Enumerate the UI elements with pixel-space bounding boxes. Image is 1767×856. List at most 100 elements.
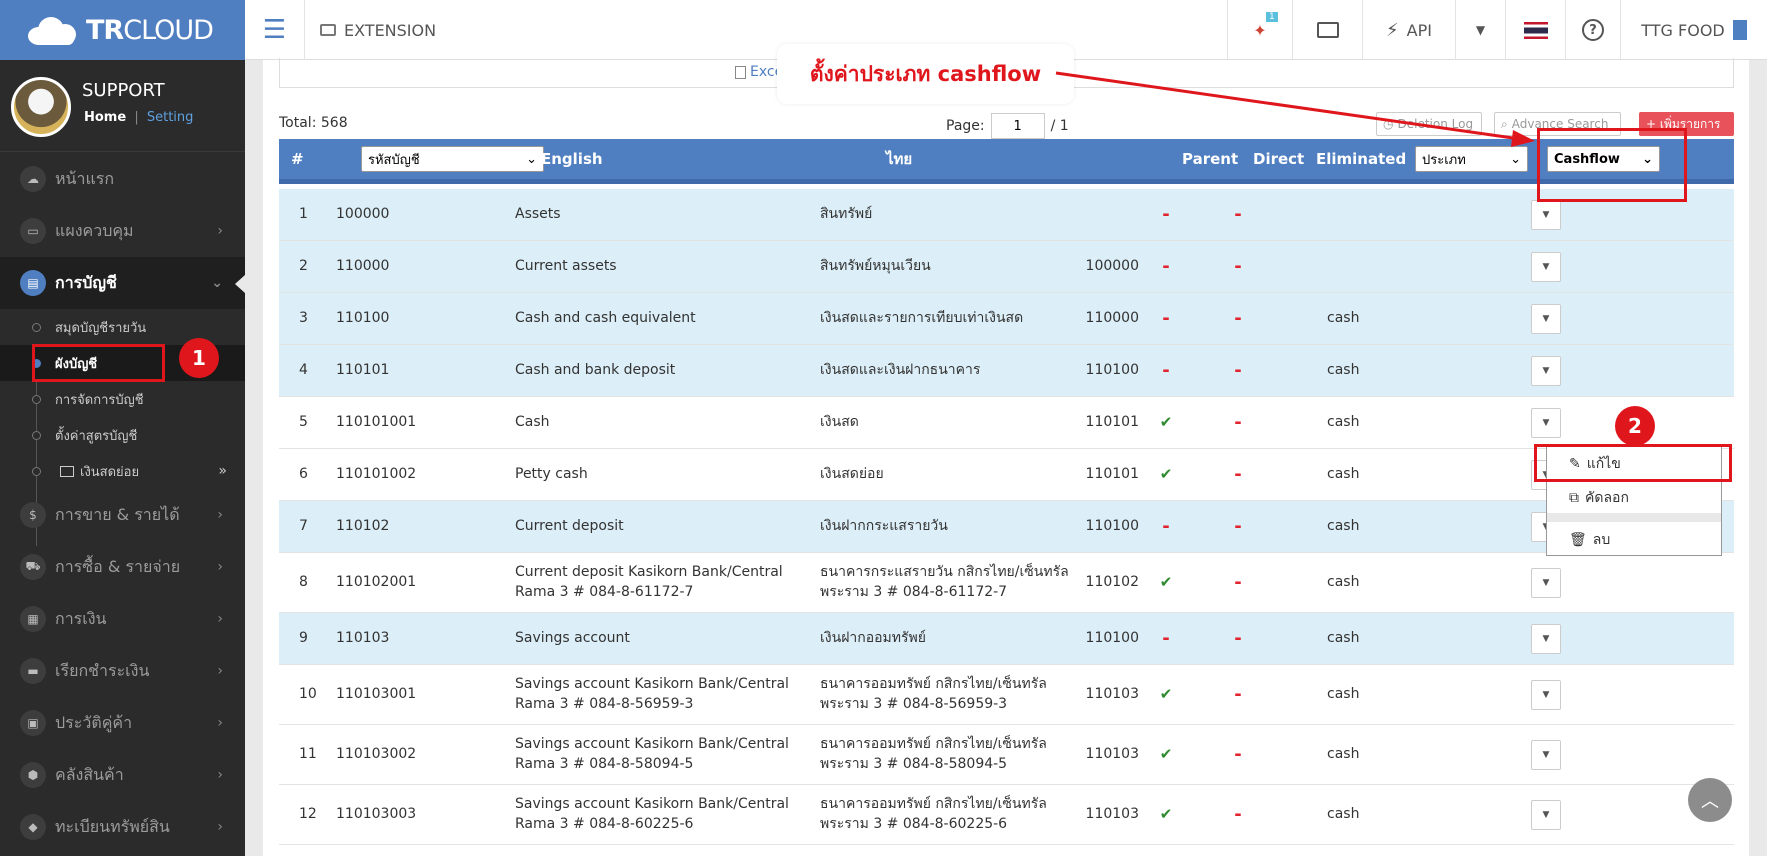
mail-button[interactable] [1292,0,1362,60]
language-flag[interactable] [1505,0,1565,60]
sidebar-item-partners[interactable]: ▣ ประวัติคู่ค้า › [0,697,245,749]
avatar[interactable] [11,77,71,137]
sidebar-item-finance[interactable]: ▦ การเงิน › [0,593,245,645]
table-row[interactable]: 9 110103 Savings account เงินฝากออมทรัพย์ 11… [279,613,1734,665]
table-row[interactable]: 8 110102001 Current deposit Kasikorn Bank/… [279,553,1734,613]
check-icon: ✔ [1159,573,1173,591]
menu-item-delete[interactable]: 🗑 ลบ [1569,529,1610,551]
table-row[interactable]: 2 110000 Current assets สินทรัพย์หมุนเวียน 1… [279,241,1734,293]
cell-thai: เงินสดย่อย [820,465,884,482]
sidebar-item-accounting[interactable]: ▤ การบัญชี ⌄ [0,257,245,309]
table-row[interactable]: 11 110103002 Savings account Kasikorn Bank… [279,725,1734,785]
cell-thai: ธนาคารออมทรัพย์ กสิกรไทย/เซ็นทรัลพระราม … [820,675,1047,712]
cell-number: 6 [299,465,308,482]
table-row[interactable]: 5 110101001 Cash เงินสด 110101 ✔ - cash ▼ [279,397,1734,449]
home-link[interactable]: Home [84,110,126,125]
building-icon [1732,20,1747,40]
row-action-dropdown[interactable]: ▼ [1531,304,1561,334]
deletion-log-button[interactable]: ◷ Deletion Log [1376,112,1482,136]
row-action-dropdown[interactable]: ▼ [1531,568,1561,598]
row-action-dropdown[interactable]: ▼ [1531,252,1561,282]
chevron-right-icon: › [217,611,223,627]
row-action-dropdown[interactable]: ▼ [1531,624,1561,654]
api-button[interactable]: ⚡ API [1362,0,1455,60]
hamburger-menu-icon[interactable]: ☰ [245,0,305,60]
company-selector[interactable]: TTG FOOD [1620,0,1767,60]
cell-english: Cash and bank deposit [515,361,676,378]
sidebar-item-sales[interactable]: $ การขาย & รายได้ › [0,489,245,541]
brand-light: CLOUD [123,14,214,46]
app-logo[interactable]: TRCLOUD [0,0,245,60]
dropdown-toggle[interactable]: ▼ [1455,0,1505,60]
cell-number: 3 [299,309,308,326]
type-column-select[interactable]: ประเภท ⌄ [1415,146,1528,172]
minus-icon: - [1234,463,1242,485]
clock-icon: ◷ [1383,117,1394,131]
notification-button[interactable]: ✦ 1 [1227,0,1292,60]
code-column-select[interactable]: รหัสบัญชี ⌄ [361,146,544,172]
api-label: API [1406,20,1432,40]
minus-icon: - [1234,803,1242,825]
sidebar-item-assets[interactable]: ◆ ทะเบียนทรัพย์สิน › [0,801,245,853]
cell-thai: สินทรัพย์หมุนเวียน [820,257,931,274]
help-button[interactable]: ? [1565,0,1620,60]
sidebar-subitem-label: การจัดการบัญชี [55,392,144,408]
mail-icon [1316,22,1339,38]
chevron-right-icon: › [217,559,223,575]
table-row[interactable]: 3 110100 Cash and cash equivalent เงินสดและ… [279,293,1734,345]
row-action-dropdown[interactable]: ▼ [1531,200,1561,230]
row-action-dropdown[interactable]: ▼ [1531,408,1561,438]
cell-number: 7 [299,517,308,534]
sidebar-subitem-formula-settings[interactable]: ตั้งค่าสูตรบัญชี [0,417,245,453]
sidebar-item-inventory[interactable]: ⬢ คลังสินค้า › [0,749,245,801]
table-row[interactable]: 1 100000 Assets สินทรัพย์ - - ▼ [279,189,1734,241]
credit-card-icon: ▬ [20,658,46,684]
sidebar-item-billing[interactable]: ▬ เรียกชำระเงิน › [0,645,245,697]
sidebar-subitem-account-management[interactable]: การจัดการบัญชี [0,381,245,417]
sidebar-item-label: คลังสินค้า [55,764,124,784]
sidebar-item-dashboard[interactable]: ▭ แผงควบคุม › [0,205,245,257]
table-row[interactable]: 12 110103003 Savings account Kasikorn Bank… [279,785,1734,845]
copy-icon: ⧉ [1569,490,1579,506]
user-name: SUPPORT [82,80,165,101]
cell-eliminated: - [1223,449,1253,500]
plug-icon: ⚡ [1386,19,1399,41]
chevron-right-icon: › [217,223,223,239]
pagination: Page: / 1 [946,113,1069,139]
cell-type: cash [1327,685,1360,702]
table-row[interactable]: 4 110101 Cash and bank deposit เงินสดและเงิ… [279,345,1734,397]
diamond-icon: ◆ [20,814,46,840]
cell-type: cash [1327,629,1360,646]
setting-link[interactable]: Setting [147,110,194,125]
scroll-to-top-button[interactable]: ︿ [1688,778,1732,822]
row-action-dropdown[interactable]: ▼ [1531,740,1561,770]
cell-type: cash [1327,361,1360,378]
sidebar-subitem-petty-cash[interactable]: เงินสดย่อย » [0,453,245,489]
annotation-badge-1: 1 [179,338,219,378]
sidebar-item-purchases[interactable]: ⛟ การซื้อ & รายจ่าย › [0,541,245,593]
cell-direct: ✔ [1151,725,1181,784]
row-action-dropdown[interactable]: ▼ [1531,680,1561,710]
sidebar-subitem-label: สมุดบัญชีรายวัน [55,320,147,336]
cell-eliminated: - [1223,785,1253,844]
row-action-dropdown[interactable]: ▼ [1531,800,1561,830]
cell-parent [1079,189,1139,240]
trash-icon: 🗑 [1569,532,1587,548]
cell-thai: ธนาคารออมทรัพย์ กสิกรไทย/เซ็นทรัลพระราม … [820,795,1047,832]
menu-item-copy[interactable]: ⧉ คัดลอก [1569,487,1629,509]
monitor-icon: ▭ [20,218,46,244]
cell-number: 11 [299,745,317,762]
extension-button[interactable]: EXTENSION [320,0,436,60]
table-row[interactable]: 10 110103001 Savings account Kasikorn Bank… [279,665,1734,725]
sidebar-item-label: การเงิน [55,608,107,628]
page-input[interactable] [990,113,1045,139]
sidebar-item-home[interactable]: ☁ หน้าแรก [0,153,245,205]
cell-code: 110103003 [336,805,417,822]
table-row[interactable]: 6 110101002 Petty cash เงินสดย่อย 110101 ✔ - ca… [279,449,1734,501]
sidebar-item-label: แผงควบคุม [55,220,134,240]
row-action-dropdown[interactable]: ▼ [1531,356,1561,386]
table-row[interactable]: 7 110102 Current deposit เงินฝากกระแสรายวัน… [279,501,1734,553]
chevron-down-icon: ⌄ [1510,151,1521,167]
col-parent: Parent [1182,150,1239,168]
cell-number: 1 [299,205,308,222]
